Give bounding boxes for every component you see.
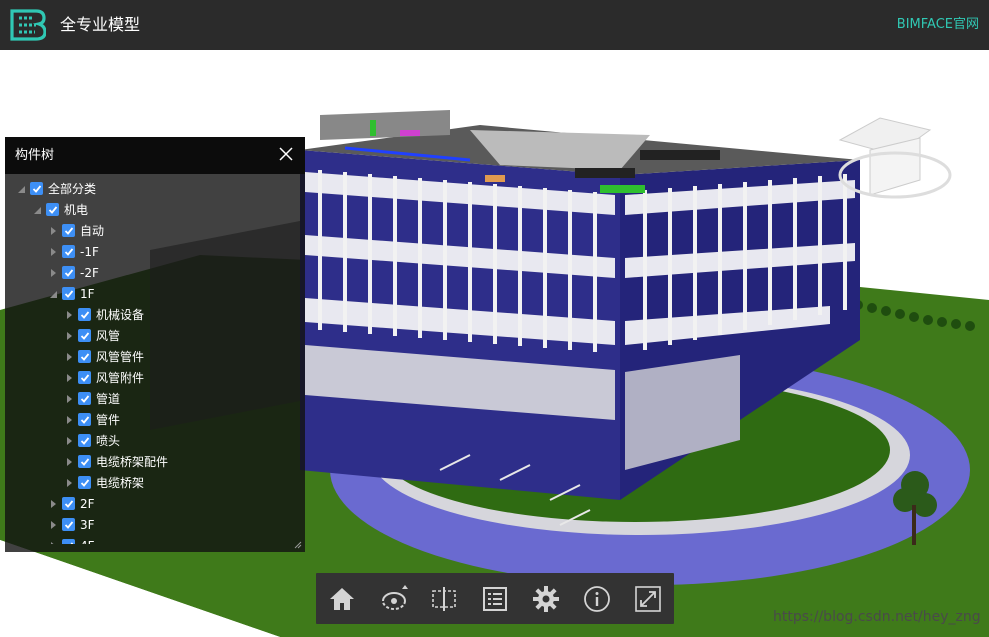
tree-node[interactable]: 电缆桥架配件	[63, 451, 168, 472]
settings-icon	[533, 586, 559, 612]
tree-node[interactable]: 管件	[63, 409, 120, 430]
caret-right-icon[interactable]	[63, 414, 75, 426]
caret-right-icon[interactable]	[63, 393, 75, 405]
checkbox-checked-icon[interactable]	[62, 224, 75, 237]
caret-down-icon[interactable]	[15, 183, 27, 195]
component-tree-panel: 构件树 全部分类 机电 自动 -1F -2F 1F 机械设备 风管 风管管件 风…	[5, 137, 305, 552]
caret-right-icon[interactable]	[63, 456, 75, 468]
checkbox-checked-icon[interactable]	[62, 497, 75, 510]
info-button[interactable]	[581, 583, 613, 615]
checkbox-checked-icon[interactable]	[78, 434, 91, 447]
caret-right-icon[interactable]	[47, 519, 59, 531]
tree-node[interactable]: -1F	[47, 241, 99, 262]
tree-node[interactable]: 3F	[47, 514, 95, 535]
checkbox-checked-icon[interactable]	[30, 182, 43, 195]
caret-right-icon[interactable]	[47, 246, 59, 258]
checkbox-checked-icon[interactable]	[78, 308, 91, 321]
close-icon[interactable]	[277, 145, 295, 163]
tree-node[interactable]: 4F	[47, 535, 95, 544]
top-bar: 全专业模型 BIMFACE官网	[0, 0, 989, 50]
caret-right-icon[interactable]	[63, 477, 75, 489]
tree-node-label: 电缆桥架配件	[96, 454, 169, 469]
checkbox-checked-icon[interactable]	[62, 245, 75, 258]
tree-node-label: 风管	[96, 328, 121, 343]
checkbox-checked-icon[interactable]	[78, 371, 91, 384]
tree-node[interactable]: 自动	[47, 220, 104, 241]
tree-node[interactable]: -2F	[47, 262, 99, 283]
tree-node[interactable]: 1F	[47, 283, 95, 304]
settings-button[interactable]	[530, 583, 562, 615]
model-tree-icon	[483, 587, 507, 611]
caret-down-icon[interactable]	[31, 204, 43, 216]
tree-node[interactable]: 喷头	[63, 430, 120, 451]
home-icon	[330, 588, 354, 610]
official-site-link[interactable]: BIMFACE官网	[897, 16, 979, 34]
fullscreen-icon	[635, 586, 661, 612]
tree-node-label: 风管附件	[96, 370, 145, 385]
caret-right-icon[interactable]	[47, 225, 59, 237]
model-tree-button[interactable]	[479, 583, 511, 615]
tree-node-label: 2F	[80, 496, 95, 511]
info-icon	[584, 586, 610, 612]
checkbox-checked-icon[interactable]	[62, 287, 75, 300]
orbit-icon	[382, 585, 408, 610]
tree-list: 全部分类 机电 自动 -1F -2F 1F 机械设备 风管 风管管件 风管附件 …	[5, 178, 305, 544]
tree-node[interactable]: 机械设备	[63, 304, 144, 325]
checkbox-checked-icon[interactable]	[78, 392, 91, 405]
tree-node-label: -1F	[80, 244, 99, 259]
tree-node[interactable]: 风管附件	[63, 367, 144, 388]
watermark-url: https://blog.csdn.net/hey_zng	[773, 609, 981, 625]
tree-node[interactable]: 电缆桥架	[63, 472, 144, 493]
caret-right-icon[interactable]	[47, 267, 59, 279]
caret-right-icon[interactable]	[63, 330, 75, 342]
caret-right-icon[interactable]	[63, 435, 75, 447]
checkbox-checked-icon[interactable]	[78, 476, 91, 489]
caret-right-icon[interactable]	[47, 498, 59, 510]
checkbox-checked-icon[interactable]	[62, 518, 75, 531]
tree-node-label: 管道	[96, 391, 121, 406]
tree-node-label: -2F	[80, 265, 99, 280]
caret-right-icon[interactable]	[63, 351, 75, 363]
tree-node-label: 自动	[80, 223, 105, 238]
caret-right-icon[interactable]	[47, 540, 59, 544]
section-box-icon	[432, 587, 456, 611]
checkbox-checked-icon[interactable]	[78, 455, 91, 468]
tree-panel-header: 构件树	[5, 137, 305, 174]
tree-node-label: 3F	[80, 517, 95, 532]
tree-node[interactable]: 机电	[31, 199, 88, 220]
tree-node-label: 全部分类	[48, 181, 97, 196]
resize-grip-icon[interactable]	[294, 541, 302, 549]
tree-node-label: 机械设备	[96, 307, 145, 322]
checkbox-checked-icon[interactable]	[62, 539, 75, 544]
tree-node-label: 风管管件	[96, 349, 145, 364]
caret-right-icon[interactable]	[63, 372, 75, 384]
tree-node-label: 喷头	[96, 433, 121, 448]
fullscreen-button[interactable]	[632, 583, 664, 615]
tree-node-label: 机电	[64, 202, 89, 217]
tree-node[interactable]: 2F	[47, 493, 95, 514]
checkbox-checked-icon[interactable]	[46, 203, 59, 216]
viewer-toolbar	[316, 573, 674, 624]
tree-panel-title: 构件树	[15, 148, 55, 163]
caret-right-icon[interactable]	[63, 309, 75, 321]
orbit-button[interactable]	[378, 583, 410, 615]
app-title: 全专业模型	[60, 15, 141, 34]
tree-node[interactable]: 全部分类	[15, 178, 96, 199]
tree-node-label: 管件	[96, 412, 121, 427]
tree-node-label: 电缆桥架	[96, 475, 145, 490]
home-button[interactable]	[326, 583, 358, 615]
checkbox-checked-icon[interactable]	[78, 329, 91, 342]
checkbox-checked-icon[interactable]	[62, 266, 75, 279]
caret-down-icon[interactable]	[47, 288, 59, 300]
tree-node[interactable]: 管道	[63, 388, 120, 409]
checkbox-checked-icon[interactable]	[78, 413, 91, 426]
checkbox-checked-icon[interactable]	[78, 350, 91, 363]
tree-node-label: 1F	[80, 286, 95, 301]
section-box-button[interactable]	[428, 583, 460, 615]
tree-node-label: 4F	[80, 538, 95, 545]
tree-node[interactable]: 风管管件	[63, 346, 144, 367]
tree-node[interactable]: 风管	[63, 325, 120, 346]
bimface-logo	[10, 9, 46, 41]
